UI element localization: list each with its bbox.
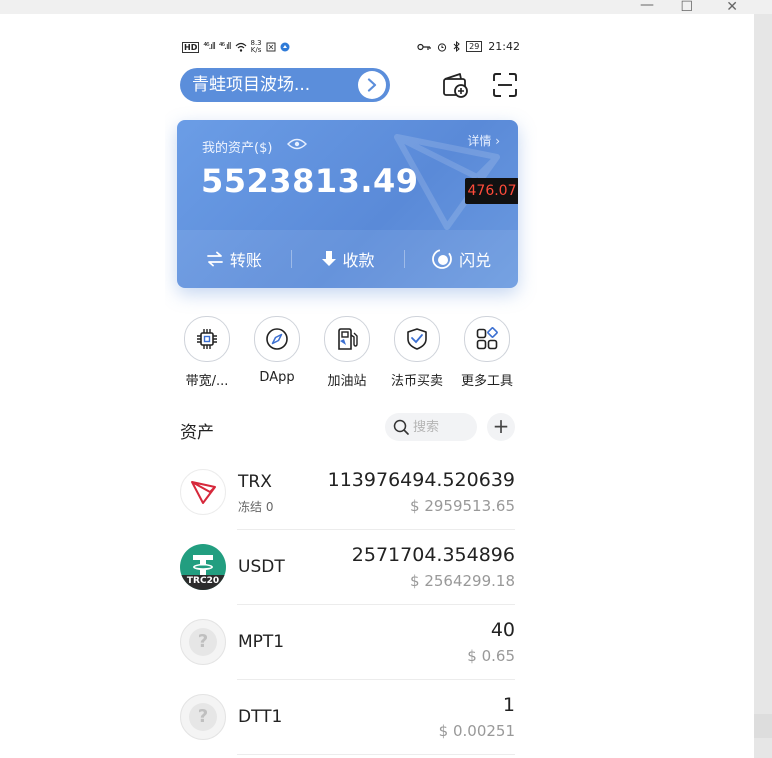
question-mark-icon: ? xyxy=(189,703,217,731)
transfer-label: 转账 xyxy=(229,251,262,270)
tool-fiat-trade[interactable]: 法币买卖 xyxy=(382,316,452,389)
key-icon xyxy=(417,43,431,50)
app-notification-icon xyxy=(280,42,290,52)
chip-icon xyxy=(197,329,217,349)
tool-label: 更多工具 xyxy=(460,374,513,389)
shield-icon xyxy=(407,328,427,350)
swap-icon xyxy=(432,249,453,269)
tool-icon-circle xyxy=(254,316,300,362)
hd-icon: HD xyxy=(182,41,200,53)
phone-screen: HD ⁴⁶.ıll ⁴⁶.ıll 8.3 K/s 29 21:42 青蛙项目波场.… xyxy=(165,30,537,758)
eye-icon[interactable] xyxy=(287,138,307,150)
add-token-button[interactable]: + xyxy=(487,413,515,441)
gas-station-icon xyxy=(338,328,358,350)
tool-label: 带宽/... xyxy=(185,374,229,389)
question-mark-icon: ? xyxy=(189,628,217,656)
usdt-icon: TRC20 xyxy=(180,544,226,590)
scrollbar-thumb[interactable] xyxy=(754,714,772,738)
trx-icon xyxy=(180,469,226,515)
network-speed: 8.3 K/s xyxy=(251,40,262,54)
grid-icon xyxy=(476,327,498,350)
generic-token-icon: ? xyxy=(180,619,226,665)
token-row-trx[interactable]: TRX 冻结 0 113976494.520639 $ 2959513.65 xyxy=(165,455,537,530)
token-row-mpt1[interactable]: ? MPT1 40 $ 0.65 xyxy=(165,605,537,680)
search-box[interactable] xyxy=(385,413,477,441)
maximize-icon[interactable]: ☐ xyxy=(680,0,693,14)
assets-title: 资产 xyxy=(180,423,214,443)
receive-button[interactable]: 收款 xyxy=(290,230,405,288)
tool-icon-circle xyxy=(464,316,510,362)
swap-label: 闪兑 xyxy=(459,251,492,270)
tool-bandwidth[interactable]: 带宽/... xyxy=(172,316,242,389)
clock: 21:42 xyxy=(488,40,520,53)
tool-gas-station[interactable]: 加油站 xyxy=(312,316,382,389)
tool-icon-circle xyxy=(324,316,370,362)
total-balance: 5523813.49 xyxy=(201,162,419,200)
transfer-button[interactable]: 转账 xyxy=(177,230,291,288)
close-icon[interactable]: ✕ xyxy=(726,0,738,14)
chevron-right-icon[interactable] xyxy=(358,71,386,99)
quick-tools: 带宽/... DApp 加油站 法币买卖 更多工具 xyxy=(172,316,530,396)
tool-label: 法币买卖 xyxy=(390,374,443,389)
signal-icon: ⁴⁶.ıll xyxy=(203,42,216,52)
compass-icon xyxy=(266,328,288,350)
tool-icon-circle xyxy=(394,316,440,362)
card-actions: 转账 收款 闪兑 xyxy=(177,230,518,288)
status-bar: HD ⁴⁶.ıll ⁴⁶.ıll 8.3 K/s 29 21:42 xyxy=(165,38,537,56)
scan-icon[interactable] xyxy=(490,70,520,100)
wifi-icon xyxy=(235,42,246,52)
generic-token-icon: ? xyxy=(180,694,226,740)
token-value: $ 2959513.65 xyxy=(410,497,515,515)
scrollbar[interactable] xyxy=(754,14,772,758)
token-symbol: USDT xyxy=(238,557,285,577)
token-row-usdt[interactable]: TRC20 USDT 2571704.354896 $ 2564299.18 xyxy=(165,530,537,605)
token-value: $ 0.65 xyxy=(467,647,515,665)
nfc-icon xyxy=(266,42,276,52)
total-assets-label: 我的资产($) xyxy=(202,141,273,156)
receive-icon xyxy=(321,251,336,266)
signal-icon: ⁴⁶.ıll xyxy=(218,42,232,52)
tool-dapp[interactable]: DApp xyxy=(242,316,312,385)
details-link[interactable]: 详情 › xyxy=(467,132,500,149)
alarm-icon xyxy=(438,42,447,52)
search-icon xyxy=(393,419,409,435)
wallet-add-icon[interactable] xyxy=(440,70,470,100)
price-badge: 476.07 xyxy=(465,178,518,204)
tool-label: 加油站 xyxy=(327,374,367,389)
window-controls: — ☐ ✕ xyxy=(640,0,772,14)
token-frozen: 冻结 0 xyxy=(238,500,274,514)
receive-label: 收款 xyxy=(342,251,375,270)
token-symbol: TRX xyxy=(238,472,272,492)
wallet-name: 青蛙项目波场... xyxy=(192,75,311,95)
token-symbol: MPT1 xyxy=(238,632,285,652)
battery-icon: 29 xyxy=(466,41,483,52)
search-input[interactable] xyxy=(413,417,473,437)
wallet-selector[interactable]: 青蛙项目波场... xyxy=(180,68,390,102)
tool-more[interactable]: 更多工具 xyxy=(452,316,522,389)
token-amount: 1 xyxy=(502,694,515,716)
tool-icon-circle xyxy=(184,316,230,362)
tool-label: DApp xyxy=(259,370,295,385)
token-amount: 40 xyxy=(490,619,515,641)
token-value: $ 2564299.18 xyxy=(410,572,515,590)
asset-card: 我的资产($) 详情 › 5523813.49 476.07 转账 收款 闪兑 xyxy=(177,120,518,288)
usdt-icon-label: TRC20 xyxy=(186,576,220,586)
token-symbol: DTT1 xyxy=(238,707,283,727)
token-amount: 113976494.520639 xyxy=(327,469,515,491)
token-amount: 2571704.354896 xyxy=(351,544,515,566)
swap-button[interactable]: 闪兑 xyxy=(404,230,518,288)
token-value: $ 0.00251 xyxy=(438,722,515,740)
minimize-icon[interactable]: — xyxy=(640,0,654,12)
bluetooth-icon xyxy=(453,41,460,52)
token-list: TRX 冻结 0 113976494.520639 $ 2959513.65 T… xyxy=(165,455,537,755)
speed-unit: K/s xyxy=(250,46,262,54)
divider xyxy=(237,754,515,755)
token-row-dtt1[interactable]: ? DTT1 1 $ 0.00251 xyxy=(165,680,537,755)
transfer-icon xyxy=(206,251,223,267)
